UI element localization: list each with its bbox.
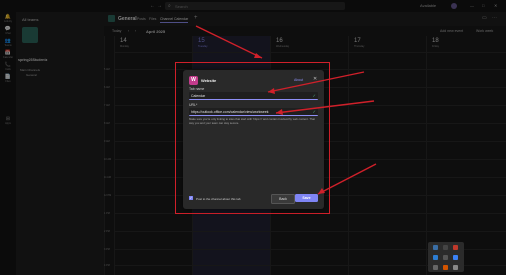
arrow-to-channel-calendar (195, 25, 263, 59)
tray-app-icon[interactable] (453, 245, 458, 250)
tray-app-icon[interactable] (433, 245, 438, 250)
tray-app-icon[interactable] (453, 265, 458, 270)
arrow-to-url-head (276, 109, 283, 115)
tray-app-icon[interactable] (443, 255, 448, 260)
arrow-to-url (275, 100, 375, 114)
tray-app-icon[interactable] (453, 255, 458, 260)
annotation-arrows (195, 25, 377, 195)
arrow-to-tab-name-head (268, 88, 275, 94)
tray-app-icon[interactable] (433, 265, 438, 270)
system-tray-popup (428, 242, 464, 272)
arrow-to-channel-calendar-head (254, 53, 262, 58)
tray-app-icon[interactable] (443, 265, 448, 270)
tray-app-icon[interactable] (443, 245, 448, 250)
tray-app-icon[interactable] (433, 255, 438, 260)
arrow-to-tab-name (267, 71, 365, 93)
arrow-to-save (317, 163, 377, 195)
